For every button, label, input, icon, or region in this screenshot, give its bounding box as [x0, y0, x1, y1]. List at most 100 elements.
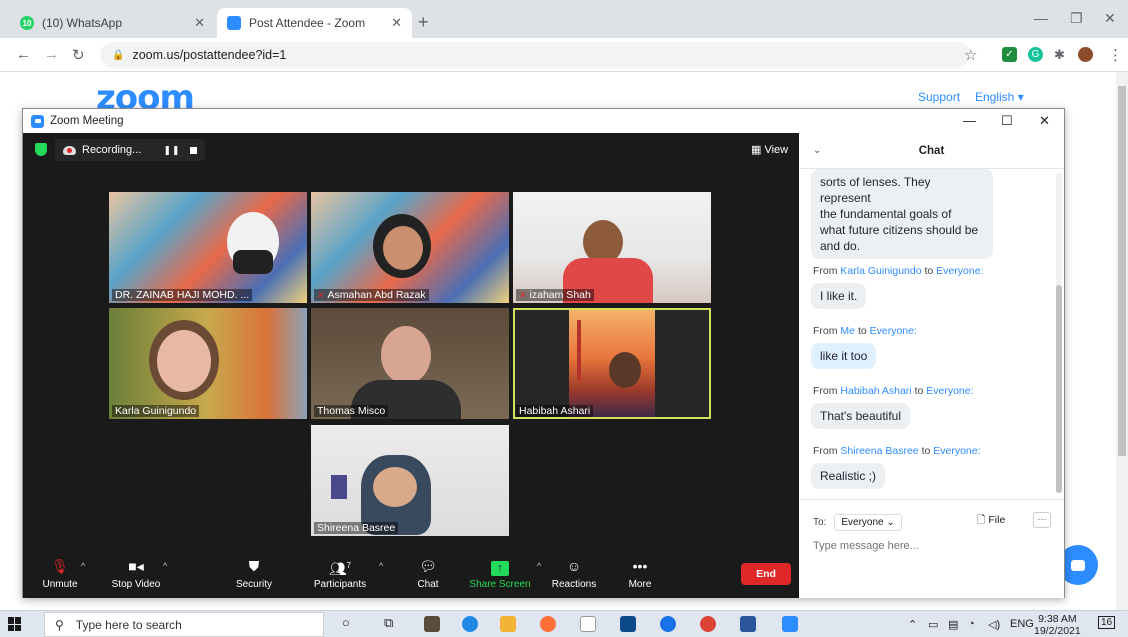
- chat-more-button[interactable]: ···: [1033, 512, 1051, 528]
- video-tile[interactable]: Shireena Basree: [311, 425, 509, 536]
- stop-video-button[interactable]: ■◂ Stop Video ^: [101, 557, 171, 590]
- mail-icon[interactable]: [620, 616, 636, 632]
- taskbar-search-box[interactable]: ⚲ Type here to search: [44, 612, 324, 637]
- to-text: to: [857, 325, 867, 337]
- store-icon[interactable]: [424, 616, 440, 632]
- scrollbar-thumb[interactable]: [1118, 86, 1126, 456]
- edge-icon[interactable]: [462, 616, 478, 632]
- input-language[interactable]: ENG: [1010, 618, 1034, 630]
- google-icon[interactable]: [660, 616, 676, 632]
- close-tab-icon[interactable]: ✕: [194, 15, 205, 31]
- browser-menu-icon[interactable]: ⋮: [1108, 46, 1123, 64]
- video-options-caret[interactable]: ^: [163, 561, 167, 571]
- chrome-icon[interactable]: [700, 616, 716, 632]
- recipient-name[interactable]: Everyone:: [933, 445, 980, 457]
- grammarly-icon[interactable]: G: [1028, 47, 1043, 62]
- security-button[interactable]: ⛊ Security: [219, 557, 289, 590]
- chat-scrollbar-thumb[interactable]: [1056, 285, 1062, 493]
- file-button[interactable]: 🗋 File: [977, 512, 1005, 530]
- video-tile[interactable]: Thomas Misco: [311, 308, 509, 419]
- volume-icon[interactable]: ◁): [988, 618, 1000, 631]
- clock-date: 19/2/2021: [1034, 625, 1081, 637]
- chat-button[interactable]: 💬︎ Chat: [393, 557, 463, 590]
- address-bar[interactable]: 🔒 zoom.us/postattendee?id=1: [100, 42, 970, 68]
- zoom-minimize-icon[interactable]: —: [963, 113, 976, 128]
- chat-message-input[interactable]: [813, 540, 1043, 552]
- network-icon[interactable]: ▤: [948, 618, 958, 631]
- video-tile[interactable]: ✕ Asmahan Abd Razak: [311, 192, 509, 303]
- tab-post-attendee[interactable]: Post Attendee - Zoom ✕: [217, 8, 412, 38]
- close-tab-icon[interactable]: ✕: [391, 15, 402, 31]
- video-tile[interactable]: Karla Guinigundo: [109, 308, 307, 419]
- bookmark-star-icon[interactable]: ☆: [964, 46, 977, 64]
- encryption-shield-icon[interactable]: [35, 143, 47, 156]
- recipient-name[interactable]: Everyone:: [926, 385, 973, 397]
- view-button[interactable]: ▦ View: [751, 143, 788, 156]
- end-meeting-button[interactable]: End: [741, 563, 791, 585]
- share-screen-label: Share Screen: [469, 579, 531, 590]
- message-sender-line: From Karla Guinigundo to Everyone:: [813, 265, 983, 277]
- stop-recording-icon[interactable]: [190, 146, 198, 154]
- sender-name[interactable]: Shireena Basree: [840, 445, 918, 457]
- recipient-name[interactable]: Everyone:: [870, 325, 917, 337]
- tab-whatsapp[interactable]: 10 (10) WhatsApp ✕: [10, 8, 215, 38]
- extension-check-icon[interactable]: ✓: [1002, 47, 1017, 62]
- to-label: To:: [813, 517, 827, 528]
- recipient-name[interactable]: Everyone:: [936, 265, 983, 277]
- support-link[interactable]: Support: [918, 90, 960, 104]
- word-icon[interactable]: [740, 616, 756, 632]
- profile-avatar[interactable]: [1078, 47, 1093, 62]
- participants-button[interactable]: 👥︎7 Participants ^: [305, 557, 383, 590]
- chevron-down-icon[interactable]: ⌄: [813, 145, 821, 156]
- participant-video: [157, 330, 211, 392]
- chat-scrollbar[interactable]: [1056, 173, 1062, 493]
- app-icon[interactable]: [580, 616, 596, 632]
- sender-name[interactable]: Me: [840, 325, 855, 337]
- notification-center-icon[interactable]: 16: [1098, 616, 1116, 629]
- forward-icon[interactable]: →: [44, 46, 59, 63]
- participant-name-text: izaham Shah: [529, 289, 591, 301]
- message-line: the fundamental goals of: [820, 207, 952, 221]
- wifi-icon[interactable]: ◔: [968, 618, 975, 630]
- more-button[interactable]: ••• More: [605, 557, 675, 590]
- recipient-dropdown[interactable]: Everyone ⌄: [834, 514, 902, 531]
- windows-start-icon[interactable]: [8, 617, 22, 631]
- audio-options-caret[interactable]: ^: [81, 561, 85, 571]
- new-tab-button[interactable]: +: [418, 12, 429, 33]
- battery-icon[interactable]: ▭: [928, 618, 938, 631]
- video-tile[interactable]: ✕ izaham Shah: [513, 192, 711, 303]
- reload-icon[interactable]: ↻: [72, 46, 85, 64]
- sender-name[interactable]: Karla Guinigundo: [840, 265, 921, 277]
- reactions-button[interactable]: ☺ Reactions: [539, 557, 609, 590]
- share-screen-button[interactable]: ↑ Share Screen ^: [465, 557, 541, 590]
- pause-recording-icon[interactable]: ❚❚: [163, 145, 180, 156]
- zoom-maximize-icon[interactable]: ☐: [1001, 113, 1013, 129]
- firefox-icon[interactable]: [540, 616, 556, 632]
- participants-options-caret[interactable]: ^: [379, 561, 383, 571]
- minimize-icon[interactable]: —: [1034, 10, 1048, 26]
- sender-name[interactable]: Habibah Ashari: [840, 385, 911, 397]
- close-window-icon[interactable]: ✕: [1104, 10, 1116, 27]
- zoom-taskbar-icon[interactable]: [782, 616, 798, 632]
- cortana-icon[interactable]: ○: [342, 615, 350, 630]
- participants-label: Participants: [313, 579, 367, 590]
- file-explorer-icon[interactable]: [500, 616, 516, 632]
- video-camera-icon: ■◂: [128, 558, 144, 574]
- participant-name: Thomas Misco: [314, 405, 389, 417]
- video-tile[interactable]: DR. ZAINAB HAJI MOHD. ...: [109, 192, 307, 303]
- search-placeholder: Type here to search: [75, 617, 182, 632]
- page-scrollbar[interactable]: [1116, 72, 1128, 610]
- show-hidden-icons-chevron[interactable]: ⌃: [908, 618, 917, 631]
- taskbar-clock[interactable]: 9:38 AM 19/2/2021: [1034, 613, 1081, 637]
- language-dropdown[interactable]: English ▾: [975, 90, 1024, 104]
- back-icon[interactable]: ←: [16, 46, 31, 63]
- video-tile-active-speaker[interactable]: Habibah Ashari: [513, 308, 711, 419]
- message-line: and do.: [820, 239, 861, 253]
- bridge-tower: [577, 320, 581, 380]
- zoom-close-icon[interactable]: ✕: [1039, 113, 1050, 129]
- restore-icon[interactable]: ❐: [1070, 10, 1083, 27]
- task-view-icon[interactable]: ⧉: [384, 615, 393, 631]
- extensions-puzzle-icon[interactable]: ✱: [1052, 47, 1067, 62]
- participant-video: [383, 226, 423, 270]
- unmute-button[interactable]: 🎙︎ Unmute ^: [25, 557, 95, 590]
